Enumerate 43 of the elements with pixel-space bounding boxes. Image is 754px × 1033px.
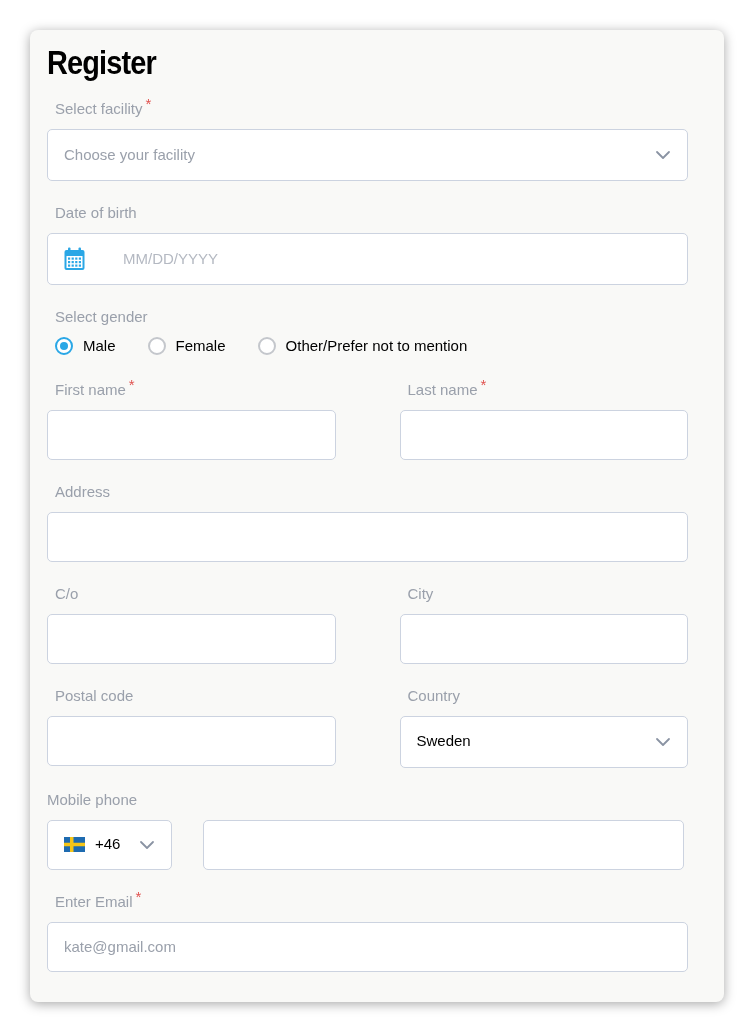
- radio-button[interactable]: [257, 337, 276, 356]
- select-value: Sweden: [416, 731, 471, 752]
- chevron-down-icon: [655, 736, 671, 747]
- country-code-select[interactable]: +46: [47, 819, 172, 870]
- field-label: Select gender: [55, 307, 148, 327]
- page-title: Register: [47, 42, 158, 83]
- field-label: Date of birth: [55, 203, 137, 223]
- radio-option[interactable]: Other/Prefer not to mention: [257, 335, 468, 358]
- field-label: Last name: [407, 379, 478, 400]
- field-label: Postal code: [55, 685, 134, 706]
- chevron-down-icon: [139, 839, 155, 850]
- text-input[interactable]: [47, 511, 688, 562]
- field-label: City: [407, 583, 434, 604]
- text-input[interactable]: [47, 715, 336, 766]
- radio-option[interactable]: Female: [147, 335, 226, 358]
- field-label: First name: [55, 379, 126, 400]
- required-mark: *: [145, 96, 152, 112]
- required-mark: *: [135, 888, 142, 905]
- date-input[interactable]: MM/DD/YYYY: [123, 247, 687, 271]
- date-field[interactable]: MM/DD/YYYY: [47, 233, 688, 285]
- select-field[interactable]: Sweden: [399, 715, 688, 768]
- required-mark: *: [128, 376, 135, 393]
- text-input[interactable]: [47, 409, 336, 460]
- text-input[interactable]: [47, 613, 336, 664]
- chevron-down-icon: [655, 150, 671, 160]
- field-label: Mobile phone: [47, 789, 138, 810]
- text-input[interactable]: [399, 409, 688, 460]
- phone-input[interactable]: [203, 819, 684, 870]
- required-mark: *: [480, 376, 487, 393]
- calendar-icon: [64, 247, 85, 271]
- text-input[interactable]: [399, 613, 688, 664]
- text-input[interactable]: kate@gmail.com: [47, 921, 688, 972]
- select-placeholder: Choose your facility: [64, 144, 195, 165]
- radio-option[interactable]: Male: [55, 335, 116, 358]
- country-code: +46: [95, 834, 122, 855]
- field-label: Enter Email: [55, 891, 133, 912]
- field-label: C/o: [55, 583, 79, 604]
- field-label: Address: [55, 481, 111, 502]
- field-label: Select facility: [55, 99, 143, 119]
- sweden-flag-icon: [64, 837, 85, 852]
- radio-button[interactable]: [55, 337, 73, 356]
- field-label: Country: [407, 685, 461, 706]
- radio-button[interactable]: [147, 337, 166, 356]
